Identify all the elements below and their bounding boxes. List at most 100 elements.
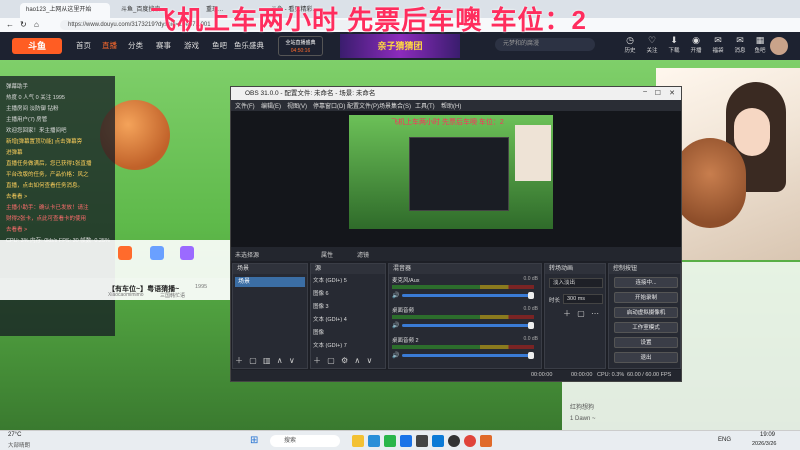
source-item[interactable]: 文本 (GDI+) 7 bbox=[313, 341, 385, 352]
task-icon[interactable] bbox=[150, 246, 164, 260]
window-close-icon[interactable]: ✕ bbox=[669, 89, 675, 97]
volume-meter bbox=[392, 315, 534, 319]
record-time: 00:00:00 bbox=[571, 372, 593, 378]
assistant-message: 直播，点击如何查看任务消息。 bbox=[6, 183, 84, 189]
avatar[interactable] bbox=[770, 37, 788, 55]
menu-tools[interactable]: 工具(T) bbox=[415, 101, 435, 110]
source-item[interactable]: 图像 6 bbox=[313, 289, 385, 300]
source-toolbar: 未选择源 属性 滤镜 bbox=[231, 247, 681, 261]
studio-mode-button[interactable]: 工作室模式 bbox=[614, 322, 678, 333]
transition-select[interactable]: 淡入淡出 bbox=[549, 278, 603, 288]
menu-scene-collection[interactable]: 场景集合(S) bbox=[379, 101, 411, 110]
nav-item[interactable]: 赛事 bbox=[156, 40, 171, 51]
home-icon[interactable]: ⌂ bbox=[34, 20, 39, 29]
duration-input[interactable]: 300 ms bbox=[563, 294, 603, 304]
menu-docks[interactable]: 停靠窗口(D) bbox=[313, 101, 345, 110]
clock-date[interactable]: 2026/3/26 bbox=[752, 441, 776, 447]
transitions-dock-title: 转场动画 bbox=[545, 264, 605, 274]
exit-button[interactable]: 退出 bbox=[614, 352, 678, 363]
volume-slider[interactable] bbox=[402, 322, 534, 329]
window-minimize-icon[interactable]: – bbox=[643, 88, 647, 95]
filters-button[interactable]: 滤镜 bbox=[357, 250, 369, 259]
mixer-channel: 麦克风/Aux 0.0 dB 🔊 bbox=[392, 276, 540, 306]
obs-icon[interactable] bbox=[448, 435, 460, 447]
duration-label: 时长 bbox=[549, 298, 561, 304]
weather-temp[interactable]: 27°C bbox=[8, 432, 21, 438]
fan-icon[interactable] bbox=[180, 246, 194, 260]
windows-taskbar: 27°C 大部晴朗 ⊞ 搜索 ENG 19:09 2026/3/26 bbox=[0, 430, 800, 450]
mixer-channel: 桌面音频 2 0.0 dB 🔊 bbox=[392, 336, 540, 366]
volume-meter bbox=[392, 345, 534, 349]
channel-db: 0.0 dB bbox=[523, 306, 538, 312]
menu-file[interactable]: 文件(F) bbox=[235, 101, 255, 110]
speaker-icon[interactable]: 🔊 bbox=[392, 292, 399, 299]
douyu-logo[interactable]: 斗鱼 bbox=[12, 38, 62, 54]
channel-db: 0.0 dB bbox=[523, 336, 538, 342]
app-icon[interactable] bbox=[416, 435, 428, 447]
start-icon[interactable]: ⊞ bbox=[250, 435, 258, 446]
taskbar-search-input[interactable]: 搜索 bbox=[270, 435, 340, 447]
nav-item[interactable]: 鱼乐盛典 bbox=[234, 40, 264, 51]
assistant-message: 新增[弹幕置顶功能] 点击弹幕旁 bbox=[6, 139, 83, 145]
nav-item[interactable]: 分类 bbox=[128, 40, 143, 51]
transitions-dock: 转场动画 淡入淡出 时长 300 ms ＋ ▢ ⋯ bbox=[544, 263, 606, 369]
speaker-icon[interactable]: 🔊 bbox=[392, 322, 399, 329]
fishbar-icon[interactable]: ▦ 鱼吧 bbox=[748, 35, 772, 54]
volume-slider[interactable] bbox=[402, 292, 534, 299]
scene-actions[interactable]: ＋ ▢ ▥ ∧ ∨ bbox=[235, 355, 297, 366]
app-icon[interactable] bbox=[464, 435, 476, 447]
source-item[interactable]: 图像 bbox=[313, 328, 385, 339]
douyu-app-icon[interactable] bbox=[480, 435, 492, 447]
app-icon[interactable] bbox=[384, 435, 396, 447]
edge-browser-icon[interactable] bbox=[368, 435, 380, 447]
app-icon[interactable] bbox=[400, 435, 412, 447]
start-streaming-button[interactable]: 连接中... bbox=[614, 277, 678, 288]
source-actions[interactable]: ＋ ▢ ⚙ ∧ ∨ bbox=[313, 355, 374, 366]
source-item[interactable]: 文本 (GDI+) 5 bbox=[313, 276, 385, 287]
channel-name: 桌面音频 bbox=[392, 308, 415, 314]
menu-view[interactable]: 视图(V) bbox=[287, 101, 307, 110]
file-explorer-icon[interactable] bbox=[352, 435, 364, 447]
scene-item[interactable]: 场景 bbox=[235, 277, 305, 287]
assistant-message: 热度 0 人气 0 关注 1995 bbox=[6, 95, 65, 101]
transition-actions[interactable]: ＋ ▢ ⋯ bbox=[563, 308, 601, 319]
assistant-message: 欢迎您回家！来主播间吧 bbox=[6, 128, 67, 134]
source-item[interactable]: 图像 3 bbox=[313, 302, 385, 313]
virtual-camera-button[interactable]: 启动虚拟摄像机 bbox=[614, 307, 678, 318]
assistant-message: 去看看 > bbox=[6, 194, 28, 200]
streamer-name[interactable]: Xiaocaomimimo bbox=[108, 292, 144, 298]
nav-item[interactable]: 游戏 bbox=[184, 40, 199, 51]
start-recording-button[interactable]: 开始录制 bbox=[614, 292, 678, 303]
refresh-icon[interactable]: ↻ bbox=[20, 20, 27, 29]
scenes-dock-title: 场景 bbox=[233, 264, 307, 274]
source-item[interactable]: 文本 (GDI+) 4 bbox=[313, 315, 385, 326]
category[interactable]: 三国韩忙语 bbox=[160, 292, 185, 299]
window-maximize-icon[interactable]: ☐ bbox=[655, 89, 661, 97]
obs-preview[interactable]: 飞机上车两小时 先票后车噢 车位：2 bbox=[231, 111, 681, 247]
channel-name: 麦克风/Aux bbox=[392, 278, 420, 284]
speaker-icon[interactable]: 🔊 bbox=[392, 352, 399, 359]
nav-item[interactable]: 首页 bbox=[76, 40, 91, 51]
scenes-dock: 场景 场景 ＋ ▢ ▥ ∧ ∨ bbox=[232, 263, 308, 369]
browser-tab[interactable]: hao123_上网从这里开始 bbox=[20, 3, 110, 18]
volume-meter bbox=[392, 285, 534, 289]
menu-profile[interactable]: 配置文件(P) bbox=[347, 101, 379, 110]
mixer-dock-title: 混音器 bbox=[389, 264, 541, 274]
channel-name: 桌面音频 2 bbox=[392, 338, 419, 344]
preview-canvas[interactable] bbox=[349, 115, 553, 229]
settings-button[interactable]: 设置 bbox=[614, 337, 678, 348]
menu-edit[interactable]: 编辑(E) bbox=[261, 101, 281, 110]
menu-help[interactable]: 帮助(H) bbox=[441, 101, 461, 110]
stream-time: 00:00:00 bbox=[531, 372, 553, 378]
nav-item[interactable]: 直播 bbox=[102, 40, 117, 51]
nav-item[interactable]: 鱼吧 bbox=[212, 40, 227, 51]
volume-slider[interactable] bbox=[402, 352, 534, 359]
app-icon[interactable] bbox=[432, 435, 444, 447]
language-indicator[interactable]: ENG bbox=[718, 437, 731, 443]
properties-button[interactable]: 属性 bbox=[321, 250, 333, 259]
back-icon[interactable]: ← bbox=[6, 20, 14, 29]
gift-icon[interactable] bbox=[118, 246, 132, 260]
weather-desc[interactable]: 大部晴朗 bbox=[8, 441, 30, 449]
clock-time[interactable]: 19:09 bbox=[760, 432, 775, 438]
cpu-usage: CPU: 0.3% bbox=[597, 372, 625, 378]
